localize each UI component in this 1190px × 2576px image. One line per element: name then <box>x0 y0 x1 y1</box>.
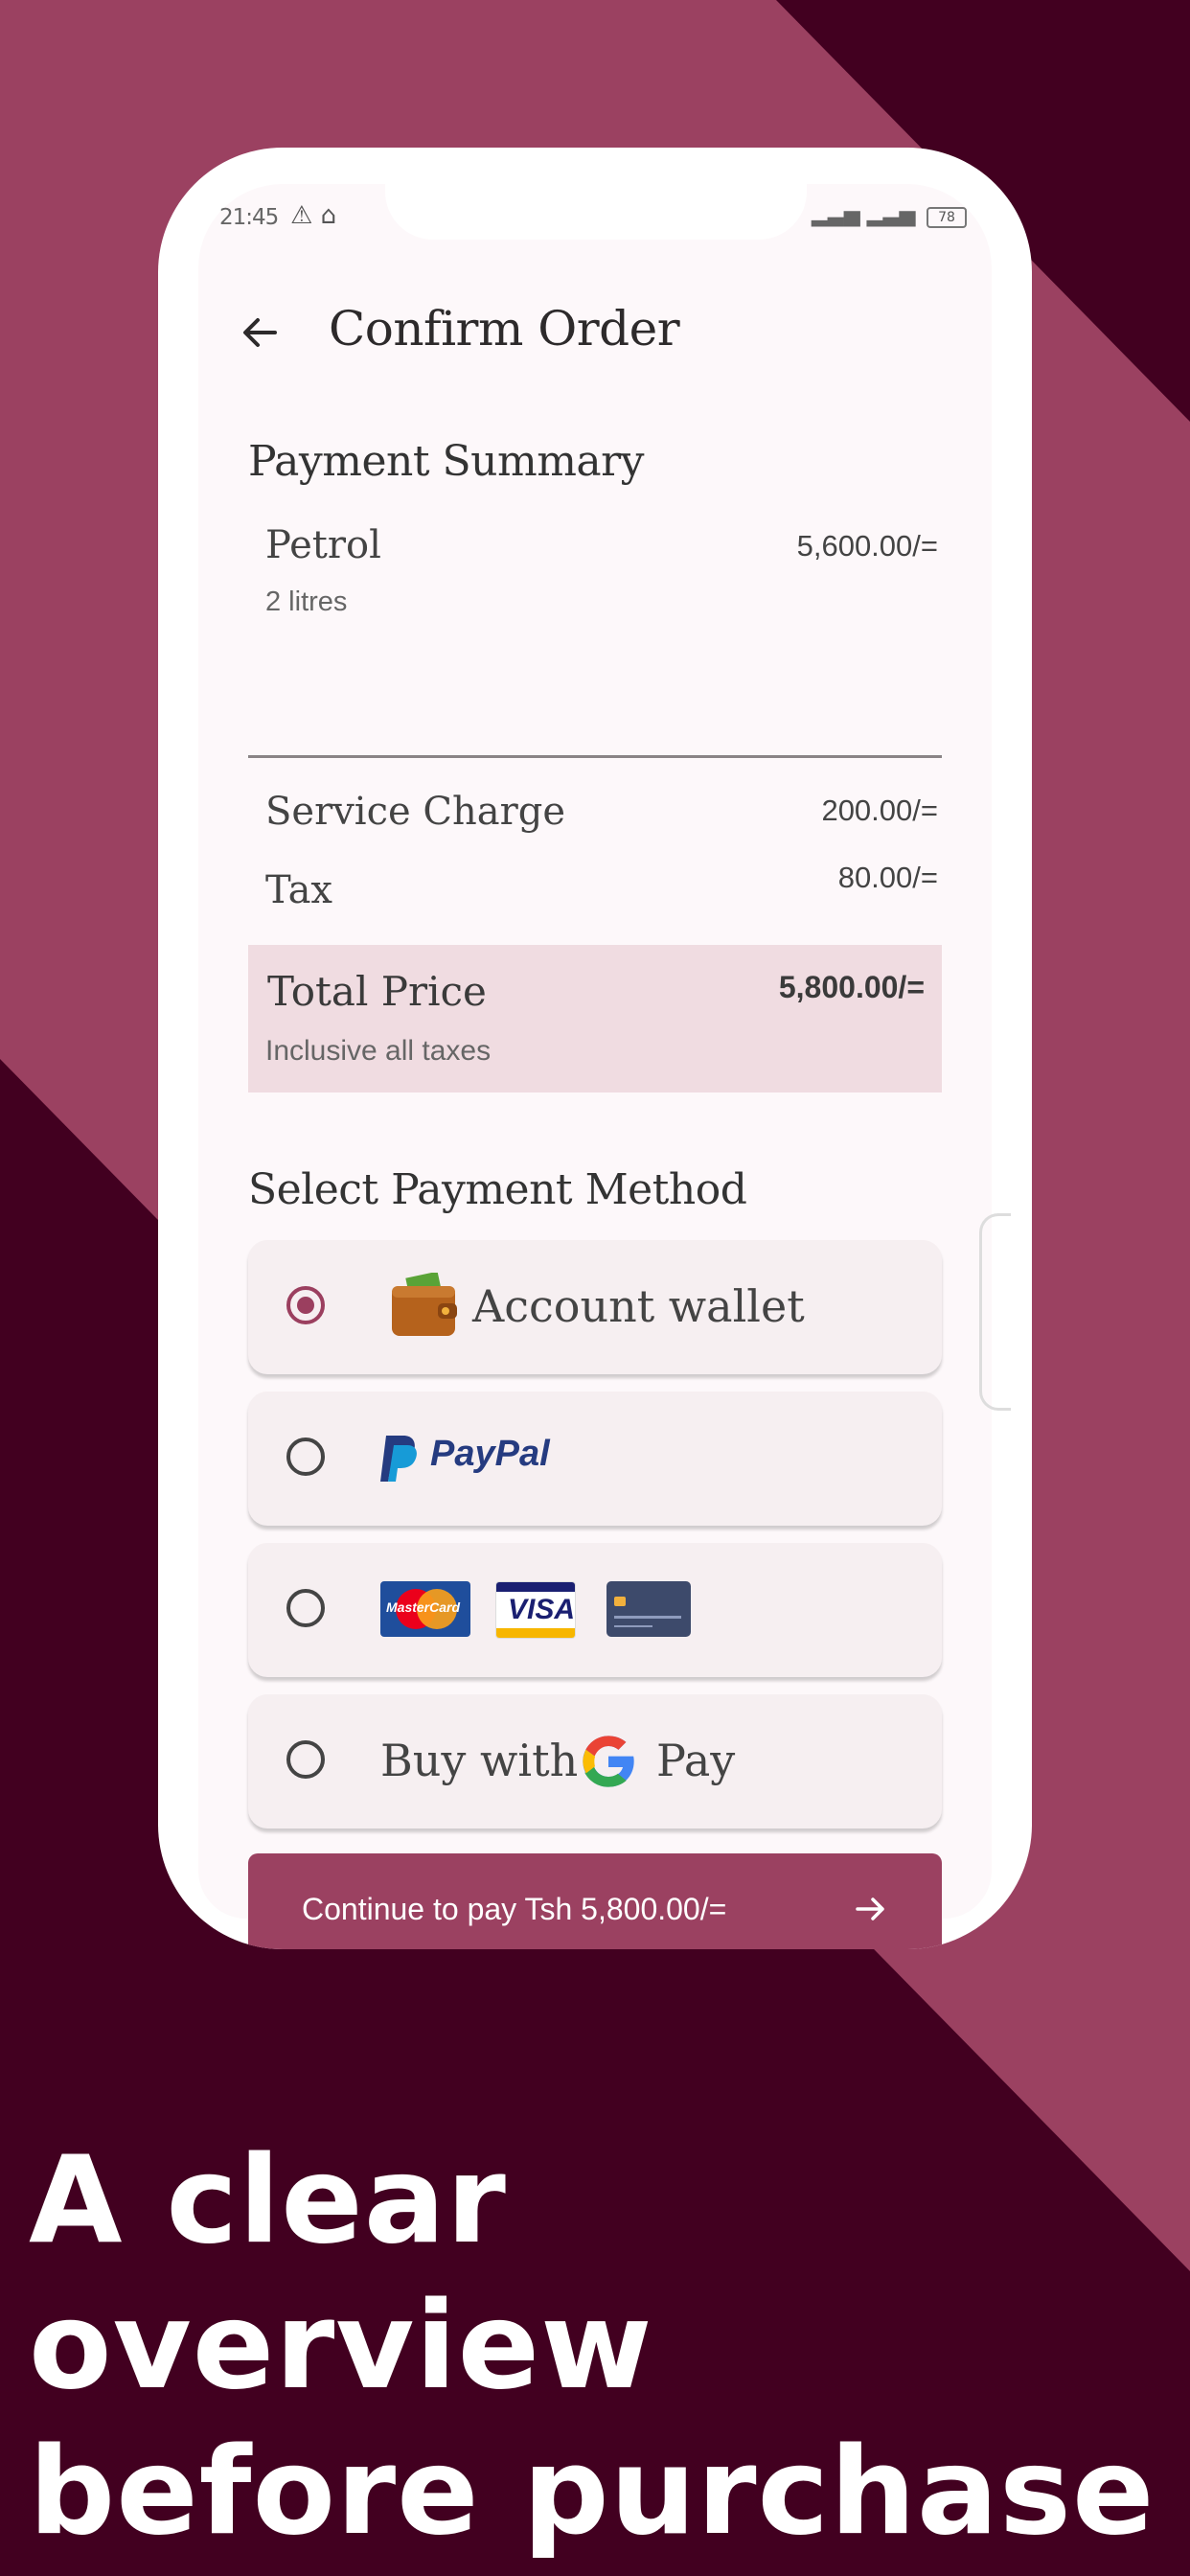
battery-icon: 78 <box>927 207 967 228</box>
item-price: 5,600.00/= <box>796 529 938 563</box>
service-charge-value: 200.00/= <box>821 794 938 827</box>
camera-notch <box>385 184 807 240</box>
wallet-icon <box>392 1273 457 1336</box>
tax-value: 80.00/= <box>837 861 938 894</box>
payment-option-cards[interactable]: MasterCard VISA <box>248 1543 942 1677</box>
service-charge-label: Service Charge <box>265 790 565 834</box>
gpay-suffix: Pay <box>656 1735 736 1786</box>
paypal-icon <box>380 1436 417 1482</box>
phone-frame: 21:45 ⚠ ⌂ ▂▃▅ ▂▃▅ 78 Confirm Order Payme… <box>158 148 1032 1949</box>
payment-option-gpay[interactable]: Buy with Pay <box>248 1694 942 1828</box>
radio-cards[interactable] <box>286 1589 325 1627</box>
gpay-prefix: Buy with <box>380 1735 579 1786</box>
payment-option-wallet[interactable]: Account wallet <box>248 1240 942 1374</box>
promo-headline: A clear overview before purchase <box>29 2128 1159 2564</box>
credit-card-icon <box>606 1581 691 1637</box>
total-label: Total Price <box>267 968 487 1015</box>
status-time: 21:45 <box>219 205 279 230</box>
arrow-right-icon <box>856 1898 884 1920</box>
item-label: Petrol <box>265 523 381 567</box>
headline-line-1: A clear overview <box>29 2129 653 2416</box>
total-value: 5,800.00/= <box>778 970 925 1004</box>
continue-to-pay-button[interactable]: Continue to pay Tsh 5,800.00/= <box>248 1853 942 1949</box>
warning-icon: ⚠ ⌂ <box>290 201 337 230</box>
wallet-label: Account wallet <box>472 1280 805 1332</box>
page-title: Confirm Order <box>329 301 680 356</box>
radio-gpay[interactable] <box>286 1740 325 1779</box>
paypal-logo: PayPal <box>430 1434 550 1474</box>
offscreen-card-edge <box>979 1213 1011 1411</box>
app-bar: Confirm Order <box>237 291 965 372</box>
item-quantity: 2 litres <box>265 586 348 617</box>
tax-label: Tax <box>265 868 332 912</box>
app-screen: 21:45 ⚠ ⌂ ▂▃▅ ▂▃▅ 78 Confirm Order Payme… <box>198 184 1011 1949</box>
arrow-left-icon[interactable] <box>237 309 285 356</box>
total-subtext: Inclusive all taxes <box>265 1035 492 1067</box>
radio-paypal[interactable] <box>286 1438 325 1476</box>
payment-summary-title: Payment Summary <box>248 437 645 486</box>
headline-line-2: before purchase <box>29 2421 1156 2562</box>
payment-option-paypal[interactable]: PayPal <box>248 1392 942 1526</box>
radio-wallet[interactable] <box>286 1286 325 1324</box>
google-g-logo <box>583 1736 634 1787</box>
signal-icon: ▂▃▅ ▂▃▅ <box>812 203 916 227</box>
payment-method-title: Select Payment Method <box>248 1165 747 1214</box>
continue-button-label: Continue to pay Tsh 5,800.00/= <box>302 1892 727 1926</box>
mastercard-logo: MasterCard <box>380 1581 470 1637</box>
visa-logo: VISA <box>495 1581 576 1639</box>
divider <box>248 755 942 758</box>
total-price-box: Total Price Inclusive all taxes 5,800.00… <box>248 945 942 1092</box>
